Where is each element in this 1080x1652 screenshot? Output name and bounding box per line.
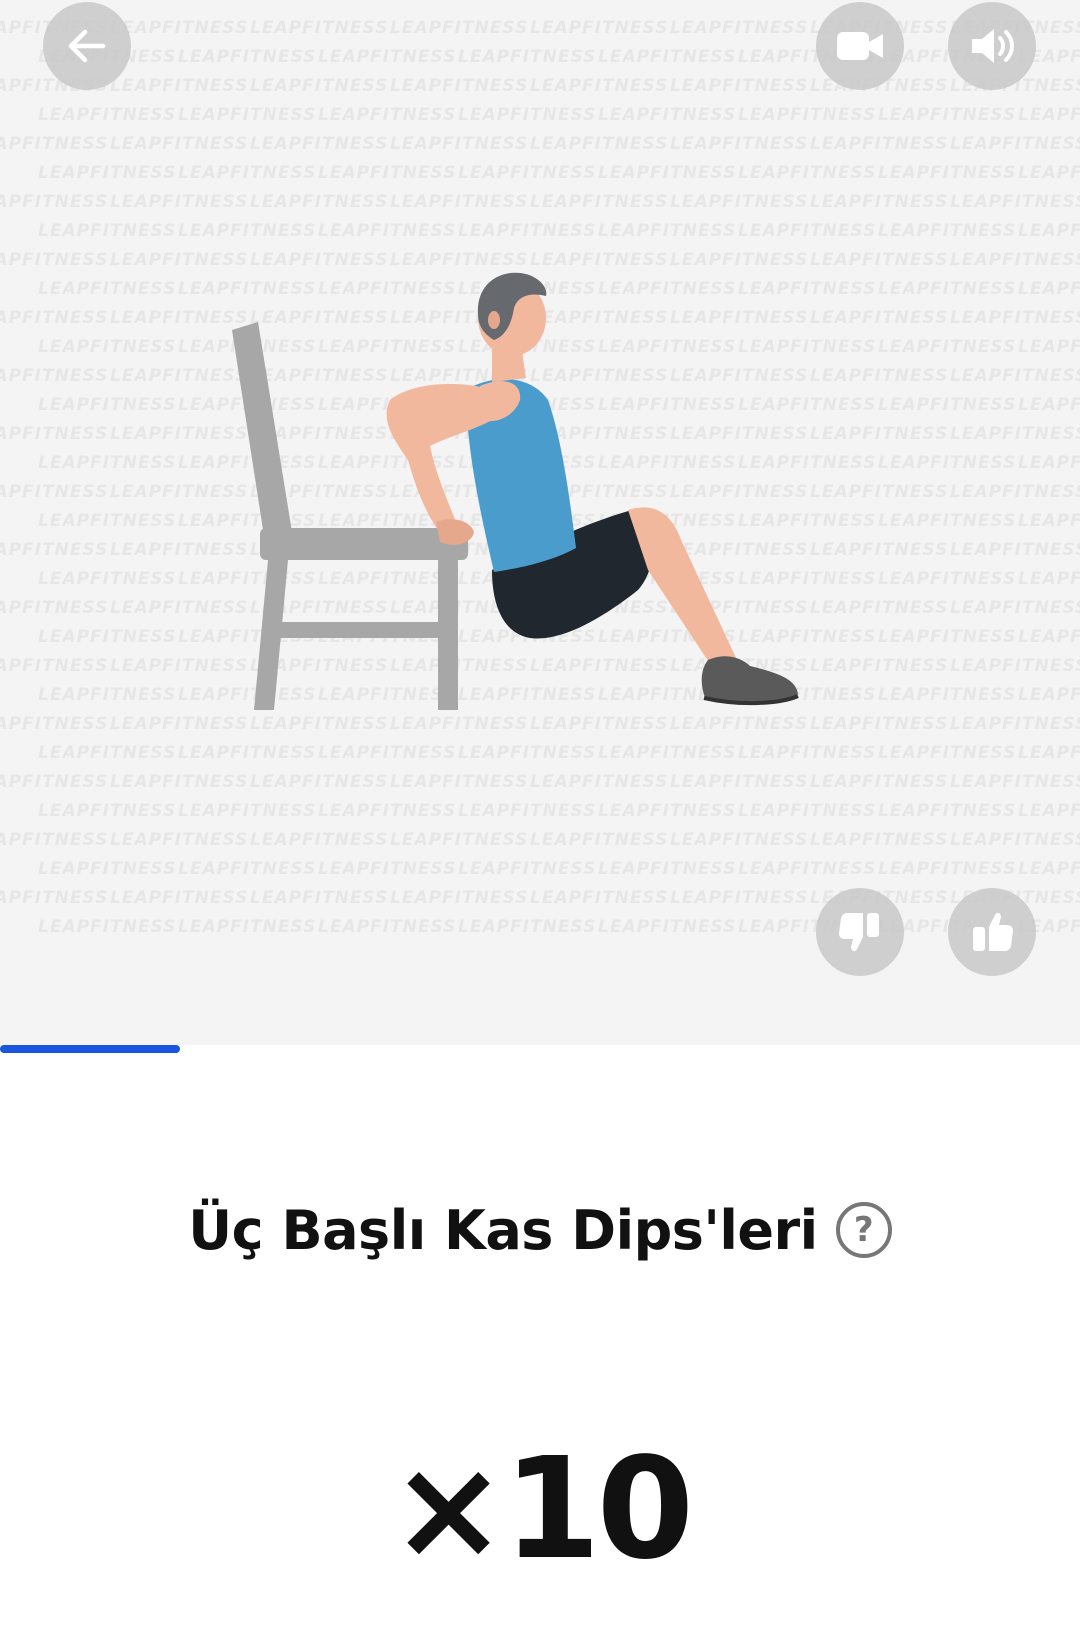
watermark-row: LEAPFITNESSLEAPFITNESSLEAPFITNESSLEAPFIT…	[38, 221, 1080, 241]
watermark-row: LEAPFITNESSLEAPFITNESSLEAPFITNESSLEAPFIT…	[0, 76, 1080, 96]
speaker-volume-icon	[968, 24, 1016, 68]
thumbs-down-icon	[837, 909, 883, 955]
watermark-row: LEAPFITNESSLEAPFITNESSLEAPFITNESSLEAPFIT…	[0, 772, 1080, 792]
dislike-button[interactable]	[816, 888, 904, 976]
watermark-row: LEAPFITNESSLEAPFITNESSLEAPFITNESSLEAPFIT…	[0, 18, 1080, 38]
watermark-row: LEAPFITNESSLEAPFITNESSLEAPFITNESSLEAPFIT…	[0, 134, 1080, 154]
video-button[interactable]	[816, 2, 904, 90]
thumbs-up-icon	[969, 909, 1015, 955]
exercise-progress-bar	[0, 1045, 1080, 1053]
rep-count: ×10	[389, 1428, 694, 1591]
watermark-row: LEAPFITNESSLEAPFITNESSLEAPFITNESSLEAPFIT…	[38, 47, 1080, 67]
video-camera-icon	[835, 28, 885, 64]
exercise-screen: LEAPFITNESSLEAPFITNESSLEAPFITNESSLEAPFIT…	[0, 0, 1080, 1652]
watermark-row: LEAPFITNESSLEAPFITNESSLEAPFITNESSLEAPFIT…	[0, 888, 1080, 908]
help-icon[interactable]: ?	[835, 1202, 892, 1258]
watermark-row: LEAPFITNESSLEAPFITNESSLEAPFITNESSLEAPFIT…	[38, 801, 1080, 821]
watermark-row: LEAPFITNESSLEAPFITNESSLEAPFITNESSLEAPFIT…	[0, 250, 1080, 270]
exercise-title: Üç Başlı Kas Dips'leri	[188, 1198, 818, 1262]
exercise-title-row: Üç Başlı Kas Dips'leri ?	[0, 1195, 1080, 1265]
back-button[interactable]	[43, 2, 131, 90]
watermark-row: LEAPFITNESSLEAPFITNESSLEAPFITNESSLEAPFIT…	[38, 105, 1080, 125]
watermark-row: LEAPFITNESSLEAPFITNESSLEAPFITNESSLEAPFIT…	[38, 917, 1080, 937]
watermark-row: LEAPFITNESSLEAPFITNESSLEAPFITNESSLEAPFIT…	[38, 859, 1080, 879]
exercise-illustration	[230, 270, 850, 750]
progress-fill	[0, 1045, 180, 1053]
watermark-row: LEAPFITNESSLEAPFITNESSLEAPFITNESSLEAPFIT…	[0, 192, 1080, 212]
exercise-demo-area: LEAPFITNESSLEAPFITNESSLEAPFITNESSLEAPFIT…	[0, 0, 1080, 1045]
sound-button[interactable]	[948, 2, 1036, 90]
arrow-left-icon	[63, 22, 111, 70]
watermark-row: LEAPFITNESSLEAPFITNESSLEAPFITNESSLEAPFIT…	[38, 163, 1080, 183]
watermark-row: LEAPFITNESSLEAPFITNESSLEAPFITNESSLEAPFIT…	[0, 830, 1080, 850]
like-button[interactable]	[948, 888, 1036, 976]
